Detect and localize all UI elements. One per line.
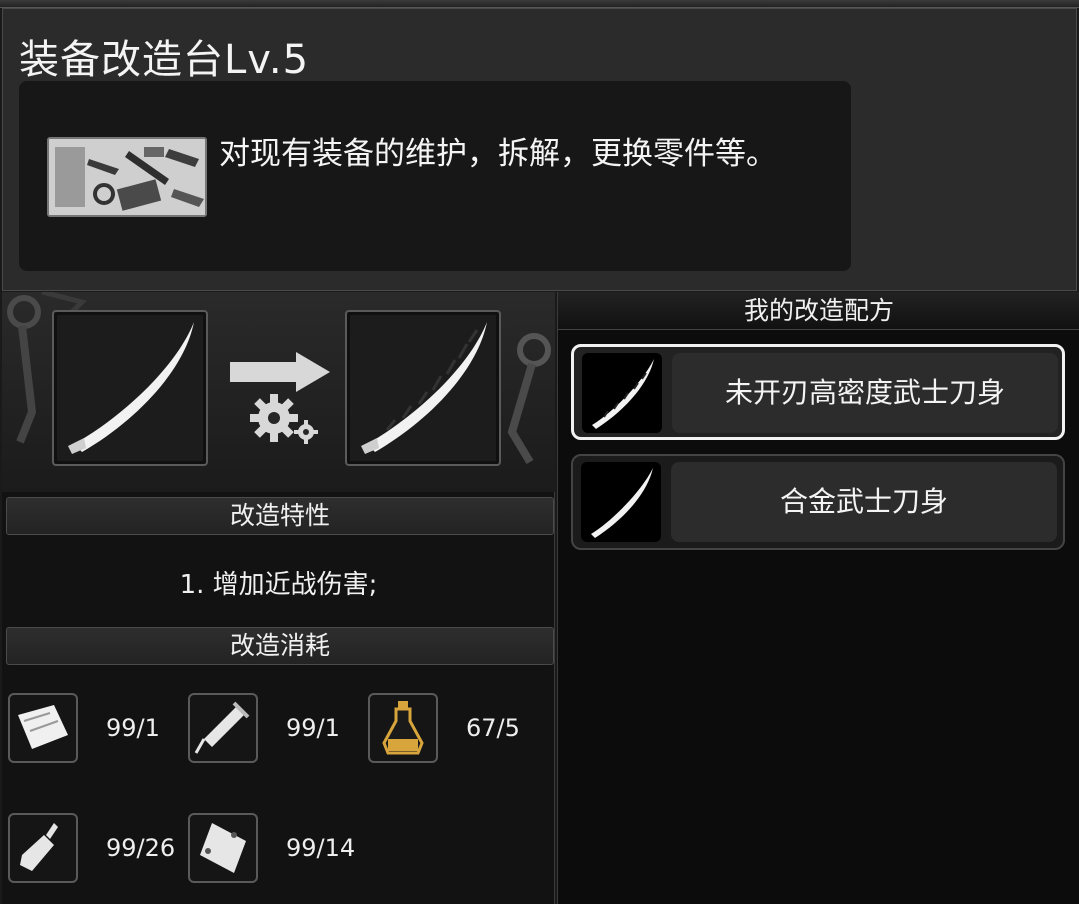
source-item-slot[interactable]: [52, 310, 208, 466]
katana-blade-icon: [68, 322, 194, 454]
recipe-name: 合金武士刀身: [671, 462, 1057, 542]
workbench-description-box: 对现有装备的维护，拆解，更换零件等。: [19, 81, 851, 271]
upgrade-arrow-gear-icon: [230, 352, 330, 444]
recipe-panel-title: 我的改造配方: [558, 292, 1079, 330]
material-potion-count: 67/5: [466, 714, 520, 742]
workbench-header: 装备改造台Lv.5 对现有装备的维护，拆解，更换零件等。: [2, 8, 1077, 291]
upgrade-preview: [2, 292, 555, 492]
material-potion[interactable]: [368, 693, 438, 763]
target-item-slot[interactable]: [345, 310, 501, 466]
material-glue-tube[interactable]: [8, 813, 78, 883]
recipe-blade-icon: [582, 353, 662, 433]
material-plate[interactable]: [188, 813, 258, 883]
serrated-blade-icon: [361, 322, 487, 454]
recipe-name: 未开刃高密度武士刀身: [672, 353, 1058, 433]
plate-icon: [200, 823, 246, 873]
material-cloth[interactable]: [8, 693, 78, 763]
material-glue-tube-count: 99/26: [106, 834, 176, 862]
material-syringe-count: 99/1: [286, 714, 340, 742]
recipe-item[interactable]: 未开刃高密度武士刀身: [571, 344, 1065, 440]
trait-description: 1. 增加近战伤害;: [179, 570, 378, 600]
material-syringe[interactable]: [188, 693, 258, 763]
workbench-description: 对现有装备的维护，拆解，更换零件等。: [219, 136, 777, 172]
cost-section-header: 改造消耗: [6, 627, 554, 665]
recipe-item[interactable]: 合金武士刀身: [571, 454, 1065, 550]
glue-tube-icon: [20, 823, 58, 871]
recipe-blade-icon: [581, 462, 661, 542]
trait-section-header: 改造特性: [6, 497, 554, 535]
workbench-tools-icon: [47, 137, 207, 217]
recipe-panel: 我的改造配方 未开刃高密度武士刀身 合金武士刀身: [557, 292, 1079, 904]
syringe-icon: [194, 701, 250, 754]
material-cloth-count: 99/1: [106, 714, 160, 742]
material-plate-count: 99/14: [286, 834, 356, 862]
top-border: [0, 0, 1079, 8]
potion-icon: [382, 701, 424, 755]
cloth-icon: [18, 705, 68, 749]
upgrade-panel: 改造特性 1. 增加近战伤害; 改造消耗 99/1 99/1 67/5 99/2…: [2, 292, 555, 904]
workbench-title: 装备改造台Lv.5: [19, 37, 310, 83]
